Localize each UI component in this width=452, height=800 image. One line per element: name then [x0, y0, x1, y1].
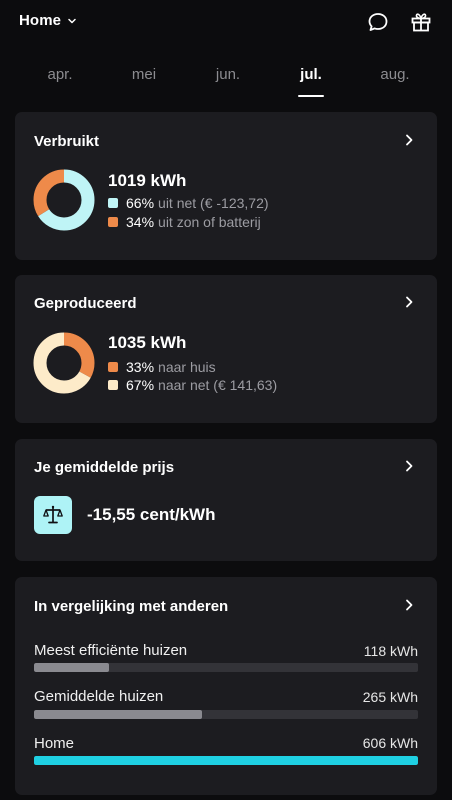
produced-card[interactable]: Geproduceerd 1035 kWh 33% naar huis 67% … — [15, 275, 437, 423]
comparison-label: Meest efficiënte huizen — [34, 642, 188, 659]
card-title: In vergelijking met anderen — [34, 598, 229, 615]
active-tab-indicator — [298, 95, 324, 97]
chevron-right-icon[interactable] — [403, 460, 415, 472]
legend-item: 34% uit zon of batterij — [108, 214, 261, 230]
comparison-bar-track — [34, 756, 418, 765]
legend-text: naar net (€ 141,63) — [158, 377, 278, 393]
legend-percentage: 67% — [126, 377, 155, 393]
comparison-value: 118 kWh — [363, 643, 418, 659]
legend-swatch-grid — [108, 380, 118, 390]
chat-bubble-icon[interactable] — [366, 10, 390, 34]
comparison-bar-track — [34, 710, 418, 719]
legend-percentage: 33% — [126, 359, 155, 375]
month-tabs: apr. mei jun. jul. aug. — [0, 62, 452, 102]
average-price-value: -15,55 cent/kWh — [87, 505, 216, 524]
card-title: Geproduceerd — [34, 295, 137, 312]
legend-swatch-home — [108, 362, 118, 372]
tab-month-jun[interactable]: jun. — [198, 66, 258, 83]
comparison-bar-fill — [34, 710, 202, 719]
comparison-bar-fill — [34, 756, 418, 765]
tab-month-jul[interactable]: jul. — [281, 66, 341, 83]
card-title: Je gemiddelde prijs — [34, 459, 175, 476]
consumed-total: 1019 kWh — [108, 171, 187, 190]
consumed-donut-chart — [33, 169, 95, 231]
legend-item: 67% naar net (€ 141,63) — [108, 377, 277, 393]
top-bar: Home — [0, 0, 452, 48]
comparison-value: 265 kWh — [362, 689, 418, 705]
legend-item: 33% naar huis — [108, 359, 216, 375]
chevron-down-icon — [68, 18, 76, 23]
consumed-card[interactable]: Verbruikt 1019 kWh 66% uit net (€ -123,7… — [15, 112, 437, 260]
produced-donut-chart — [33, 332, 95, 394]
location-selector[interactable]: Home — [19, 12, 77, 29]
comparison-card[interactable]: In vergelijking met anderen Meest effici… — [15, 577, 437, 795]
tab-month-apr[interactable]: apr. — [30, 66, 90, 83]
legend-swatch-solar — [108, 217, 118, 227]
tab-month-mei[interactable]: mei — [114, 66, 174, 83]
legend-percentage: 66% — [126, 195, 155, 211]
chevron-right-icon[interactable] — [403, 599, 415, 611]
comparison-value: 606 kWh — [362, 735, 418, 751]
legend-text: uit zon of batterij — [158, 214, 261, 230]
location-label: Home — [19, 12, 62, 29]
chevron-right-icon[interactable] — [403, 296, 415, 308]
gift-icon[interactable] — [409, 10, 433, 34]
card-title: Verbruikt — [34, 133, 100, 150]
legend-item: 66% uit net (€ -123,72) — [108, 195, 269, 211]
comparison-bar-track — [34, 663, 418, 672]
legend-text: naar huis — [158, 359, 216, 375]
comparison-label: Gemiddelde huizen — [34, 688, 164, 705]
legend-text: uit net (€ -123,72) — [158, 195, 269, 211]
comparison-bar-fill — [34, 663, 109, 672]
tab-month-aug[interactable]: aug. — [365, 66, 425, 83]
scale-icon — [34, 496, 72, 534]
chevron-right-icon[interactable] — [403, 134, 415, 146]
legend-swatch-grid — [108, 198, 118, 208]
legend-percentage: 34% — [126, 214, 155, 230]
produced-total: 1035 kWh — [108, 333, 187, 352]
average-price-card[interactable]: Je gemiddelde prijs -15,55 cent/kWh — [15, 439, 437, 561]
comparison-label: Home — [34, 735, 75, 752]
